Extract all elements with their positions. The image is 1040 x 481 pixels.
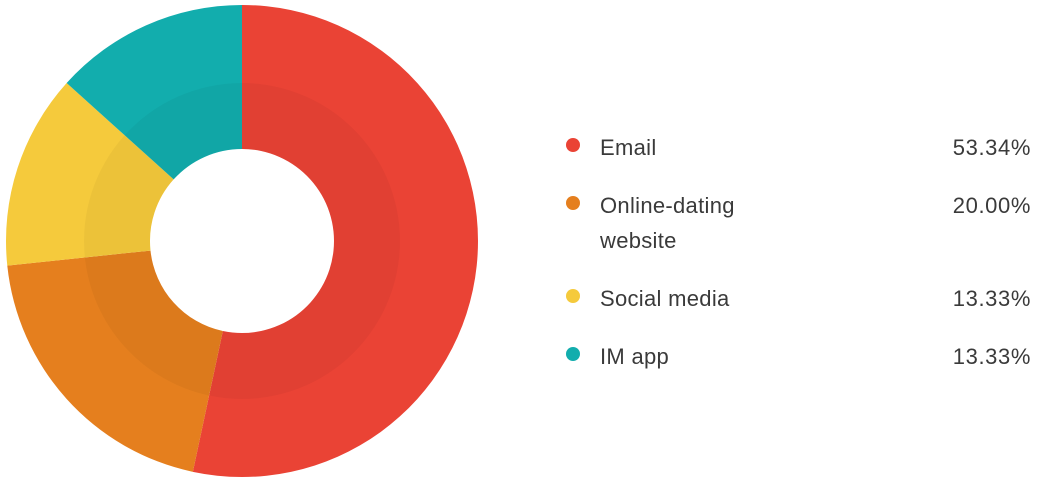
chart-legend: Email 53.34% Online-dating website 20.00% So… <box>566 130 1040 397</box>
legend-item: Email 53.34% <box>566 130 1040 165</box>
legend-color-dot-icon <box>566 347 580 361</box>
legend-item: Online-dating website 20.00% <box>566 188 1040 258</box>
legend-label: Email <box>600 135 657 160</box>
legend-value: 20.00% <box>952 193 1031 218</box>
legend-color-dot-icon <box>566 196 580 210</box>
donut-chart <box>6 5 478 478</box>
legend-item: IM app 13.33% <box>566 339 1040 374</box>
legend-color-dot-icon <box>566 289 580 303</box>
pie-slice-online-dating-website <box>7 250 223 472</box>
legend-label: Online-dating website <box>600 193 735 253</box>
legend-value: 53.34% <box>952 135 1031 160</box>
legend-label: IM app <box>600 344 670 369</box>
legend-label: Social media <box>600 286 730 311</box>
legend-value: 13.33% <box>952 344 1031 369</box>
legend-item: Social media 13.33% <box>566 281 1040 316</box>
legend-value: 13.33% <box>952 286 1031 311</box>
legend-color-dot-icon <box>566 138 580 152</box>
